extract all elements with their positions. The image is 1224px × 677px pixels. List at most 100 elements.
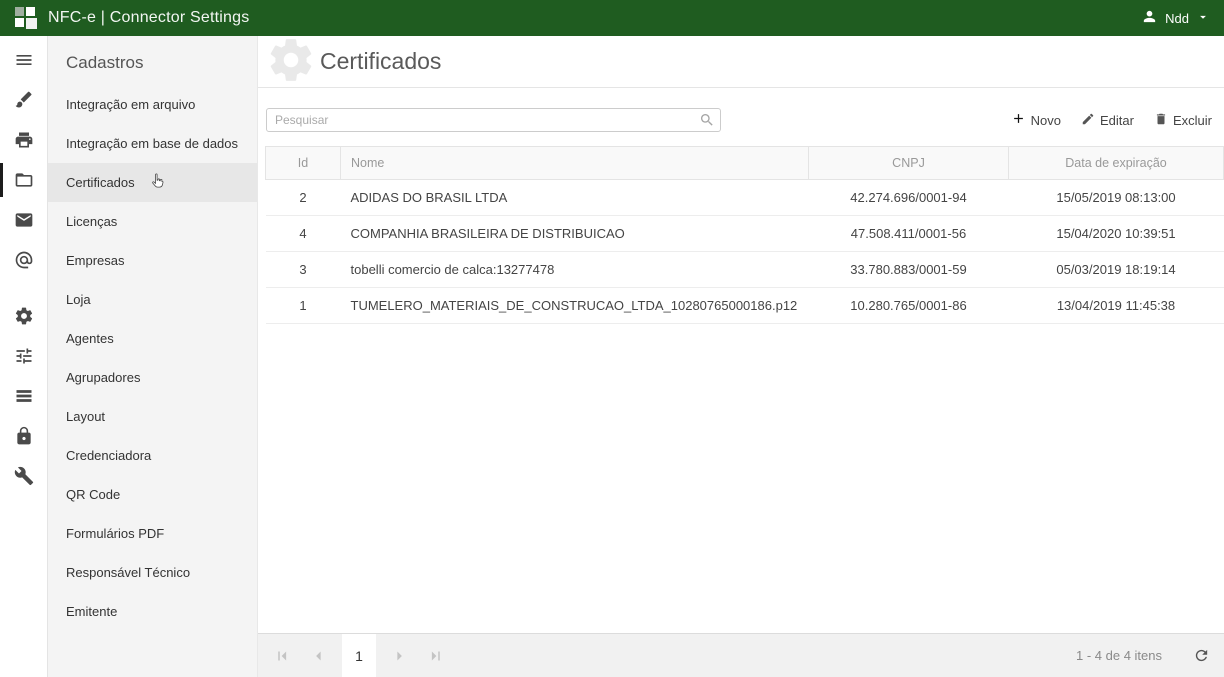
pencil-icon [1081,112,1095,129]
sidebar: Cadastros Integração em arquivo Integraçã… [48,36,258,677]
action-buttons: Novo Editar Excluir [1011,111,1212,129]
delete-button-label: Excluir [1173,113,1212,128]
sidebar-item-label: Loja [66,292,91,307]
cell-nome: TUMELERO_MATERIAIS_DE_CONSTRUCAO_LTDA_10… [341,288,809,324]
hand-cursor-icon [148,170,167,192]
previous-page-button[interactable] [306,644,330,668]
top-bar: NFC-e | Connector Settings Ndd [0,0,1224,36]
menu-icon[interactable] [0,40,48,80]
sidebar-item-certificados[interactable]: Certificados [48,163,257,202]
cell-data-de-expiracao: 15/05/2019 08:13:00 [1009,180,1224,216]
column-header-cnpj[interactable]: CNPJ [809,147,1009,180]
sidebar-item-integracao-em-base-de-dados[interactable]: Integração em base de dados [48,124,257,163]
cell-data-de-expiracao: 15/04/2020 10:39:51 [1009,216,1224,252]
pager-summary: 1 - 4 de 4 itens [1076,648,1162,663]
edit-button[interactable]: Editar [1081,111,1134,129]
cell-id: 1 [266,288,341,324]
cell-cnpj: 33.780.883/0001-59 [809,252,1009,288]
cell-data-de-expiracao: 05/03/2019 18:19:14 [1009,252,1224,288]
chevron-down-icon [1196,10,1210,27]
cell-id: 4 [266,216,341,252]
data-grid: IdNomeCNPJData de expiração 2ADIDAS DO B… [258,146,1224,633]
sidebar-item-empresas[interactable]: Empresas [48,241,257,280]
printer-icon[interactable] [0,120,48,160]
sidebar-item-agrupadores[interactable]: Agrupadores [48,358,257,397]
cell-nome: tobelli comercio de calca:13277478 [341,252,809,288]
cell-cnpj: 47.508.411/0001-56 [809,216,1009,252]
table-row[interactable]: 4COMPANHIA BRASILEIRA DE DISTRIBUICAO47.… [266,216,1224,252]
sidebar-item-credenciadora[interactable]: Credenciadora [48,436,257,475]
cell-data-de-expiracao: 13/04/2019 11:45:38 [1009,288,1224,324]
column-header-id[interactable]: Id [266,147,341,180]
user-icon [1141,8,1158,28]
envelope-icon[interactable] [0,200,48,240]
lock-icon[interactable] [0,416,48,456]
sliders-icon[interactable] [0,336,48,376]
sidebar-item-label: Formulários PDF [66,526,164,541]
sidebar-item-label: Licenças [66,214,117,229]
sidebar-item-responsavel-tecnico[interactable]: Responsável Técnico [48,553,257,592]
last-page-button[interactable] [424,644,448,668]
sidebar-item-label: Agrupadores [66,370,140,385]
sidebar-item-label: Agentes [66,331,114,346]
sidebar-item-label: Certificados [66,175,135,190]
refresh-button[interactable] [1190,645,1212,667]
column-header-data-de-expiracao[interactable]: Data de expiração [1009,147,1224,180]
sidebar-item-licencas[interactable]: Licenças [48,202,257,241]
first-page-button[interactable] [270,644,294,668]
sidebar-item-qr-code[interactable]: QR Code [48,475,257,514]
sidebar-item-label: QR Code [66,487,120,502]
cell-nome: COMPANHIA BRASILEIRA DE DISTRIBUICAO [341,216,809,252]
sidebar-item-label: Credenciadora [66,448,151,463]
new-button-label: Novo [1031,113,1061,128]
sidebar-item-emitente[interactable]: Emitente [48,592,257,631]
gear-icon[interactable] [0,296,48,336]
new-button[interactable]: Novo [1011,111,1061,129]
table-row[interactable]: 1TUMELERO_MATERIAIS_DE_CONSTRUCAO_LTDA_1… [266,288,1224,324]
app-title: NFC-e | Connector Settings [48,9,249,27]
trash-icon [1154,112,1168,129]
sidebar-item-formularios-pdf[interactable]: Formulários PDF [48,514,257,553]
wrench-icon[interactable] [0,456,48,496]
pagination-bar: 1 1 - 4 de 4 itens [258,633,1224,677]
cell-id: 2 [266,180,341,216]
column-header-nome[interactable]: Nome [341,147,809,180]
main-content: Certificados Novo Editar [258,36,1224,677]
page-title: Certificados [320,48,441,75]
user-menu[interactable]: Ndd [1141,8,1210,28]
sidebar-item-label: Empresas [66,253,125,268]
icon-rail [0,36,48,677]
sidebar-item-label: Emitente [66,604,117,619]
sidebar-heading: Cadastros [48,36,257,85]
sidebar-item-label: Integração em arquivo [66,97,195,112]
search-input[interactable] [266,108,721,132]
sidebar-item-integracao-em-arquivo[interactable]: Integração em arquivo [48,85,257,124]
sidebar-item-label: Integração em base de dados [66,136,238,151]
brush-icon[interactable] [0,80,48,120]
cell-nome: ADIDAS DO BRASIL LTDA [341,180,809,216]
cell-cnpj: 10.280.765/0001-86 [809,288,1009,324]
current-page-button[interactable]: 1 [342,634,376,677]
certificate-badge-icon [266,35,316,85]
table-row[interactable]: 2ADIDAS DO BRASIL LTDA42.274.696/0001-94… [266,180,1224,216]
user-name: Ndd [1165,11,1189,26]
sidebar-item-label: Responsável Técnico [66,565,190,580]
sidebar-item-agentes[interactable]: Agentes [48,319,257,358]
at-icon[interactable] [0,240,48,280]
table-row[interactable]: 3tobelli comercio de calca:1327747833.78… [266,252,1224,288]
page-header: Certificados [258,36,1224,88]
next-page-button[interactable] [388,644,412,668]
grid-toolbar: Novo Editar Excluir [258,88,1224,146]
search-icon[interactable] [699,112,715,128]
plus-icon [1011,111,1026,129]
edit-button-label: Editar [1100,113,1134,128]
sidebar-item-layout[interactable]: Layout [48,397,257,436]
folder-open-icon[interactable] [0,160,48,200]
search-box [266,108,721,132]
app-logo-icon [14,6,38,30]
rows-icon[interactable] [0,376,48,416]
sidebar-item-loja[interactable]: Loja [48,280,257,319]
cell-id: 3 [266,252,341,288]
sidebar-item-label: Layout [66,409,105,424]
delete-button[interactable]: Excluir [1154,111,1212,129]
